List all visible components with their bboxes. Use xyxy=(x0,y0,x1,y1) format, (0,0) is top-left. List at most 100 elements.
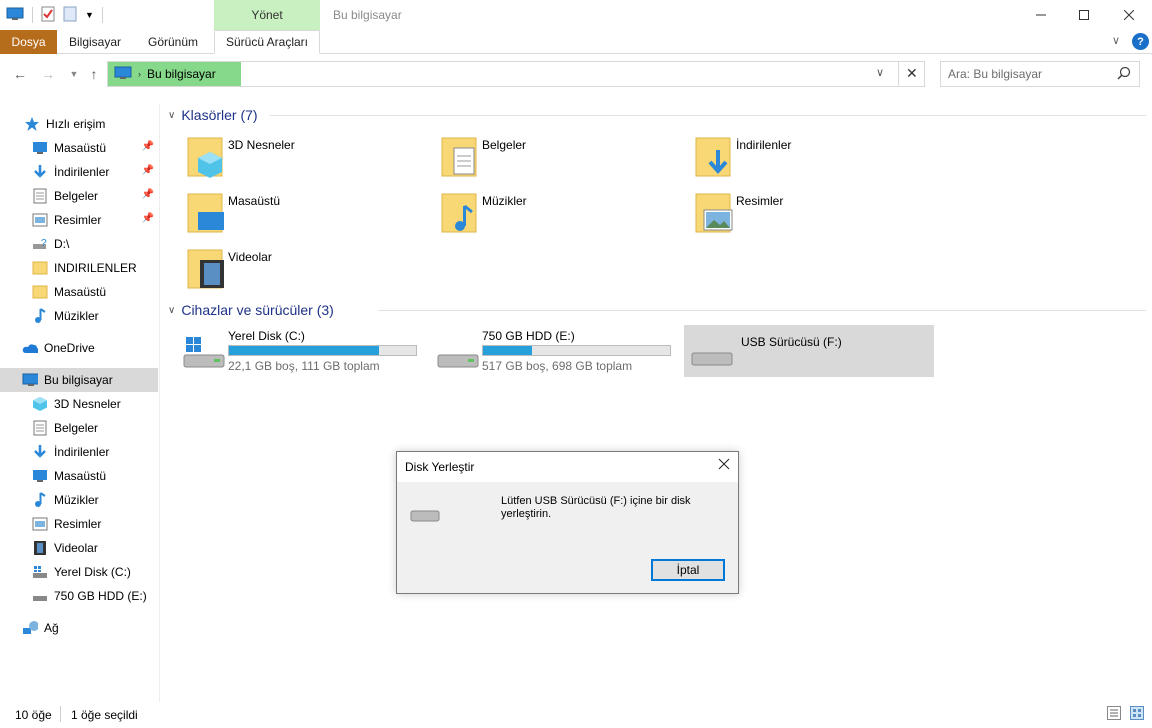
search-placeholder: Ara: Bu bilgisayar xyxy=(948,67,1043,81)
cube-icon xyxy=(32,396,48,412)
sidebar-item-indirilenler-folder[interactable]: INDIRILENLER xyxy=(0,256,158,280)
sidebar-item-label: Belgeler xyxy=(54,421,99,435)
folder-desktop[interactable]: Masaüstü xyxy=(180,188,430,240)
sidebar-item-music[interactable]: Müzikler xyxy=(0,304,158,328)
cancel-button[interactable]: İptal xyxy=(651,559,725,581)
folder-pictures[interactable]: Resimler xyxy=(688,188,938,240)
sidebar-item-videos-pc[interactable]: Videolar xyxy=(0,536,158,560)
sidebar-item-quick-access[interactable]: Hızlı erişim xyxy=(0,112,158,136)
search-icon[interactable] xyxy=(1117,66,1131,83)
sidebar-item-this-pc[interactable]: Bu bilgisayar xyxy=(0,368,158,392)
address-dropdown-icon[interactable]: ∨ xyxy=(876,66,884,79)
pin-icon[interactable]: 📌 xyxy=(142,213,154,224)
sidebar-item-music-pc[interactable]: Müzikler xyxy=(0,488,158,512)
drive-space-info: 22,1 GB boş, 111 GB toplam xyxy=(228,359,380,373)
pin-icon[interactable]: 📌 xyxy=(142,189,154,200)
clear-address-icon[interactable]: ✕ xyxy=(906,65,918,82)
folder-3d-objects[interactable]: 3D Nesneler xyxy=(180,132,430,184)
drive-icon xyxy=(32,588,48,604)
customize-toolbar-icon[interactable]: ▼ xyxy=(85,10,94,20)
item-count: 10 öğe xyxy=(15,708,52,722)
back-arrow-icon[interactable]: ← xyxy=(10,64,30,84)
sidebar-item-drive-d[interactable]: ? D:\ xyxy=(0,232,158,256)
sidebar-item-desktop[interactable]: Masaüstü 📌 xyxy=(0,136,158,160)
document-icon xyxy=(32,420,48,436)
sidebar-item-desktop-pc[interactable]: Masaüstü xyxy=(0,464,158,488)
drive-usage-bar xyxy=(482,345,671,356)
sidebar-item-label: Resimler xyxy=(54,213,102,227)
dialog-title: Disk Yerleştir xyxy=(397,452,738,482)
breadcrumb-chevron-icon[interactable]: › xyxy=(138,69,141,79)
properties-icon[interactable] xyxy=(41,6,55,25)
folder-downloads[interactable]: İndirilenler xyxy=(688,132,938,184)
toolbar-divider xyxy=(32,7,33,23)
breadcrumb[interactable]: › Bu bilgisayar xyxy=(108,62,241,86)
folder-music[interactable]: Müzikler xyxy=(434,188,684,240)
tab-gorunum[interactable]: Görünüm xyxy=(140,30,206,54)
sidebar-item-masaustu-folder[interactable]: Masaüstü xyxy=(0,280,158,304)
film-icon xyxy=(32,540,48,556)
pin-icon[interactable]: 📌 xyxy=(142,165,154,176)
documents-folder-icon xyxy=(440,134,480,183)
status-bar: 10 öğe 1 öğe seçildi xyxy=(0,702,1152,728)
minimize-button[interactable] xyxy=(1018,0,1064,30)
collapse-chevron-icon[interactable]: ∨ xyxy=(168,110,175,121)
pictures-folder-icon xyxy=(694,190,734,239)
drive-e-tile[interactable]: 750 GB HDD (E:) 517 GB boş, 698 GB topla… xyxy=(434,325,684,377)
downloads-folder-icon xyxy=(694,134,734,183)
recent-locations-icon[interactable]: ▼ xyxy=(64,64,84,84)
music-folder-icon xyxy=(440,190,480,239)
details-view-icon[interactable] xyxy=(1107,706,1121,723)
tab-dosya[interactable]: Dosya xyxy=(0,30,57,54)
sidebar-item-documents-pc[interactable]: Belgeler xyxy=(0,416,158,440)
sidebar-item-drive-c[interactable]: Yerel Disk (C:) xyxy=(0,560,158,584)
dialog-message: Lütfen USB Sürücüsü (F:) içine bir disk … xyxy=(501,495,691,520)
help-icon[interactable]: ? xyxy=(1132,33,1149,50)
window-title: Bu bilgisayar xyxy=(333,8,402,22)
download-icon xyxy=(32,444,48,460)
sidebar-item-drive-e[interactable]: 750 GB HDD (E:) xyxy=(0,584,158,608)
sidebar-item-label: Videolar xyxy=(54,541,98,555)
sidebar-item-downloads[interactable]: İndirilenler 📌 xyxy=(0,160,158,184)
drive-name: USB Sürücüsü (F:) xyxy=(741,335,842,349)
collapse-chevron-icon[interactable]: ∨ xyxy=(168,305,175,316)
sidebar-item-label: OneDrive xyxy=(44,341,95,355)
folder-label: Belgeler xyxy=(482,138,527,152)
pin-icon[interactable]: 📌 xyxy=(142,141,154,152)
drive-icon xyxy=(436,335,480,374)
sidebar-item-downloads-pc[interactable]: İndirilenler xyxy=(0,440,158,464)
ribbon-expand-icon[interactable]: ∨ xyxy=(1112,34,1120,47)
folder-documents[interactable]: Belgeler xyxy=(434,132,684,184)
dialog-close-button[interactable] xyxy=(718,457,730,475)
search-input[interactable]: Ara: Bu bilgisayar xyxy=(940,61,1140,87)
sidebar-item-network[interactable]: Ağ xyxy=(0,616,158,640)
status-divider xyxy=(60,706,61,722)
selected-count: 1 öğe seçildi xyxy=(71,708,138,722)
sidebar-item-3d-objects[interactable]: 3D Nesneler xyxy=(0,392,158,416)
sidebar-item-pictures-pc[interactable]: Resimler xyxy=(0,512,158,536)
devices-group-header[interactable]: ∨ Cihazlar ve sürücüler (3) xyxy=(168,300,334,320)
drive-c-tile[interactable]: Yerel Disk (C:) 22,1 GB boş, 111 GB topl… xyxy=(180,325,430,377)
sidebar-item-label: İndirilenler xyxy=(54,445,110,459)
large-icons-view-icon[interactable] xyxy=(1130,706,1144,723)
up-arrow-icon[interactable]: ↑ xyxy=(84,64,104,84)
new-folder-icon[interactable] xyxy=(63,6,77,25)
tab-bilgisayar[interactable]: Bilgisayar xyxy=(62,30,128,54)
forward-arrow-icon[interactable]: → xyxy=(38,64,58,84)
sidebar-item-onedrive[interactable]: OneDrive xyxy=(0,336,158,360)
tab-surucu-araclari[interactable]: Sürücü Araçları xyxy=(214,30,320,54)
folder-videos[interactable]: Videolar xyxy=(180,244,430,296)
sidebar-item-documents[interactable]: Belgeler 📌 xyxy=(0,184,158,208)
system-drive-icon xyxy=(182,335,226,374)
drive-f-tile[interactable]: USB Sürücüsü (F:) xyxy=(684,325,934,377)
folders-group-header[interactable]: ∨ Klasörler (7) xyxy=(168,105,258,125)
folder-label: Videolar xyxy=(228,250,272,264)
desktop-folder-icon xyxy=(186,190,226,239)
maximize-button[interactable] xyxy=(1061,0,1107,30)
close-button[interactable] xyxy=(1106,0,1152,30)
breadcrumb-label[interactable]: Bu bilgisayar xyxy=(147,67,216,81)
sidebar-item-pictures[interactable]: Resimler 📌 xyxy=(0,208,158,232)
computer-icon[interactable] xyxy=(6,7,24,24)
address-bar[interactable]: › Bu bilgisayar ∨ ✕ xyxy=(107,61,925,87)
drive-space-info: 517 GB boş, 698 GB toplam xyxy=(482,359,633,373)
